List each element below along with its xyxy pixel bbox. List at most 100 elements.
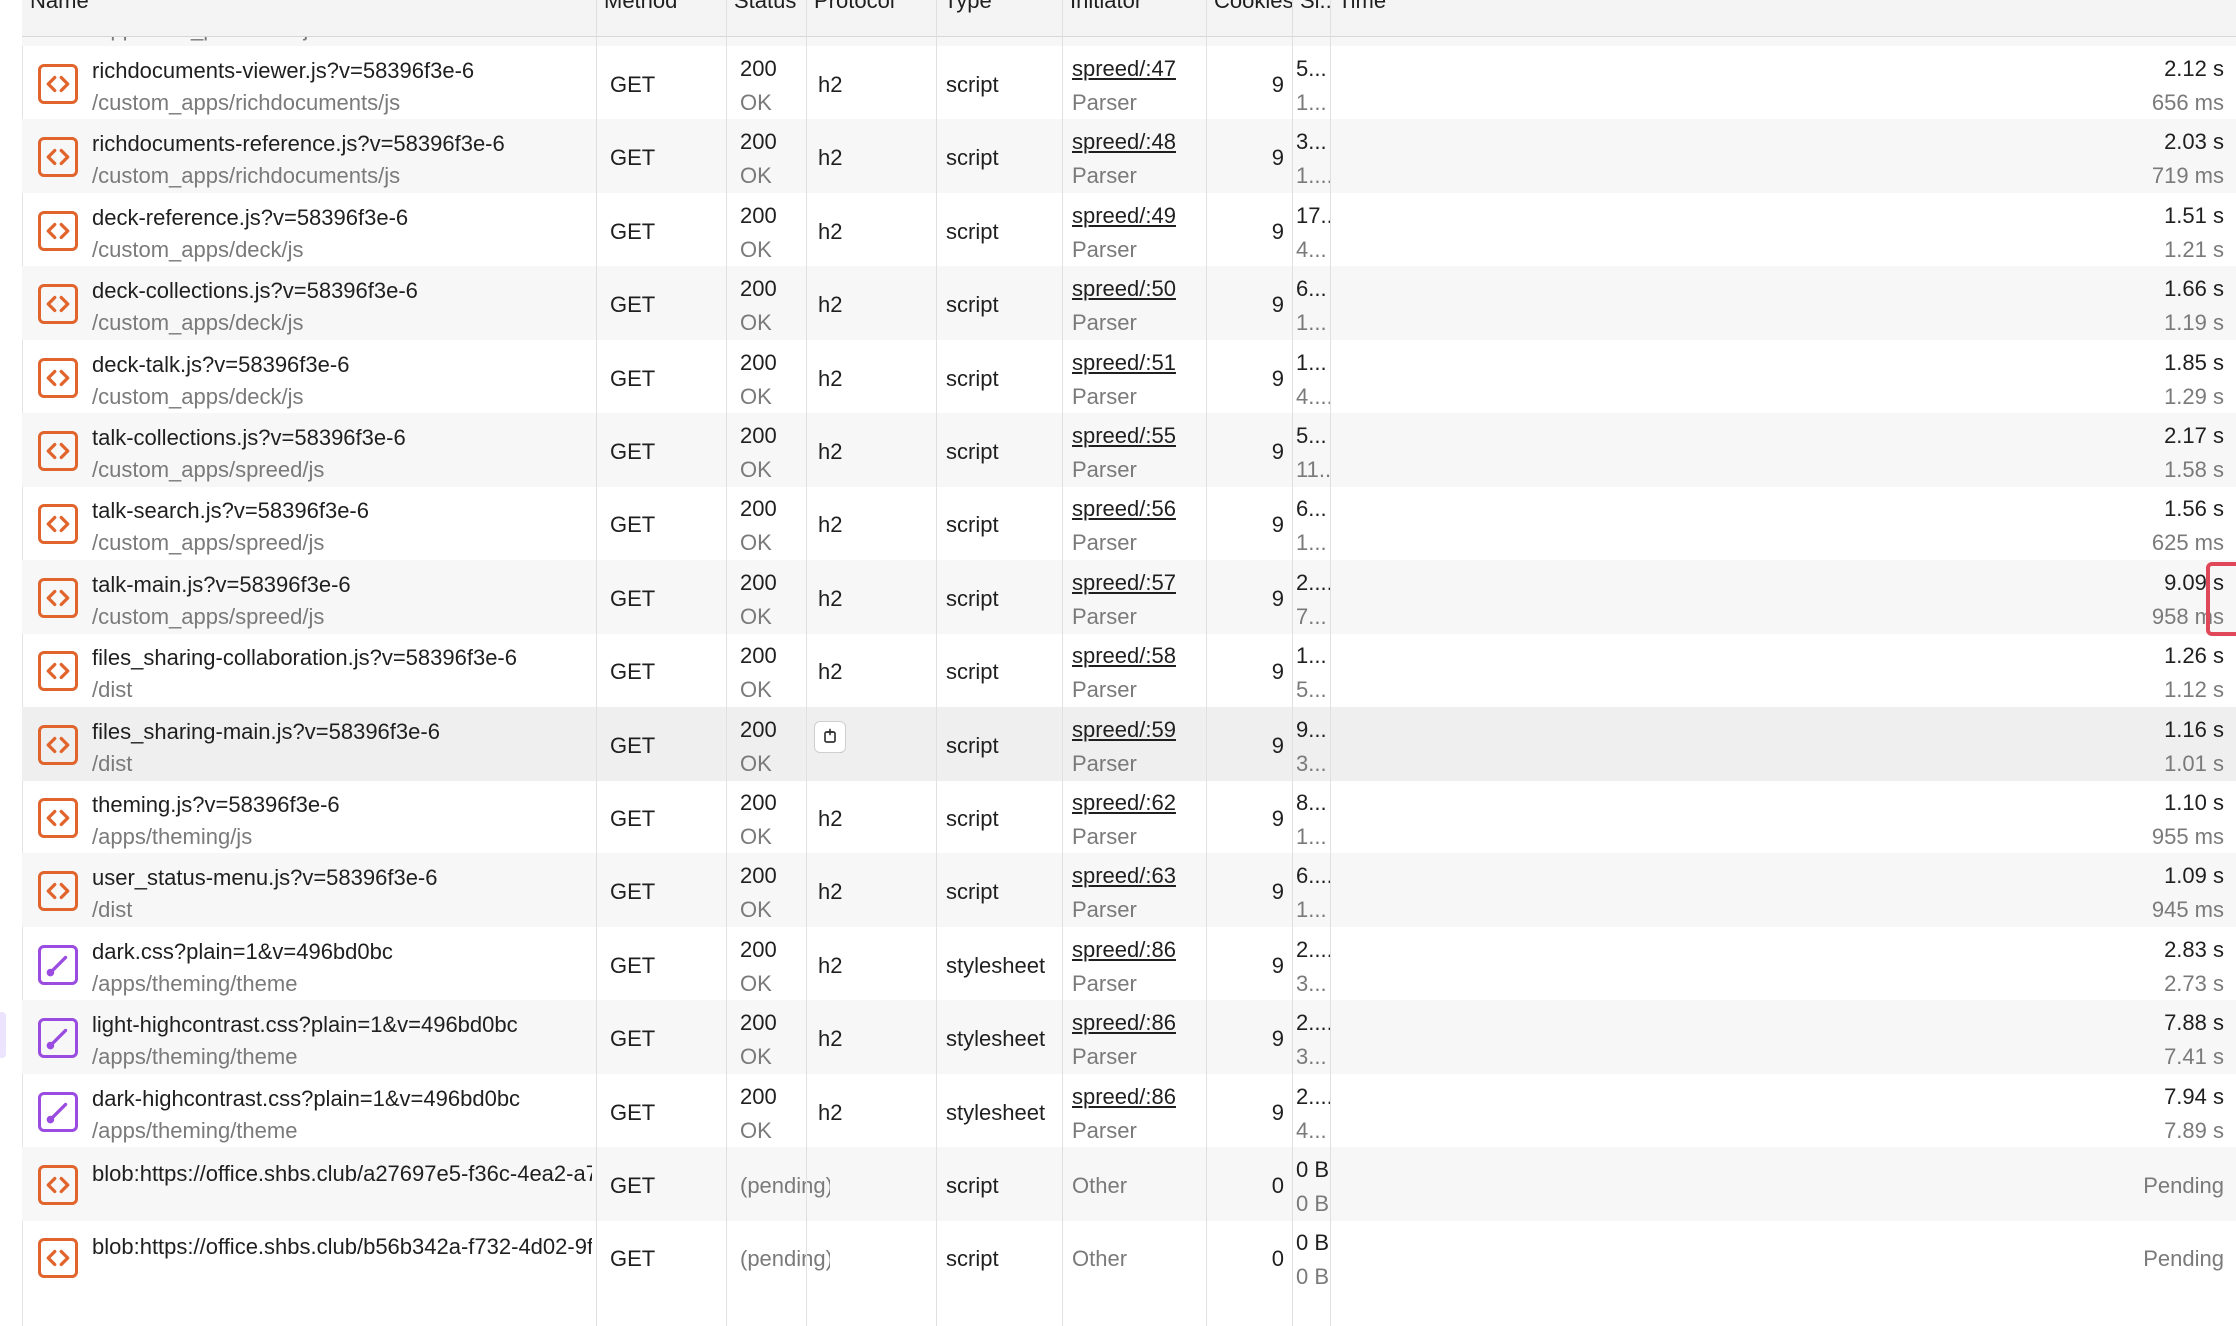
- request-name: talk-search.js?v=58396f3e-6: [92, 498, 369, 524]
- size-transferred: 6....: [1296, 863, 1332, 889]
- request-name: talk-collections.js?v=58396f3e-6: [92, 425, 406, 450]
- table-row[interactable]: dark.css?plain=1&v=496bd0bc/apps/theming…: [22, 927, 2236, 1001]
- time-latency: 625 ms: [2151, 530, 2224, 556]
- cookies-count: 9: [1271, 512, 1284, 538]
- initiator-link[interactable]: spreed/:58: [1072, 643, 1202, 669]
- col-header-initiator[interactable]: Initiator: [1062, 0, 1206, 28]
- cookies-count: 9: [1271, 659, 1284, 685]
- initiator-link[interactable]: spreed/:51: [1072, 350, 1202, 376]
- request-path: /custom_apps/spreed/js: [92, 457, 325, 482]
- time-total: 2.03 s: [2164, 129, 2224, 155]
- copy-url-button[interactable]: [814, 720, 846, 753]
- initiator-link[interactable]: spreed/:48: [1072, 129, 1202, 155]
- table-row[interactable]: theming.js?v=58396f3e-6/apps/theming/js G…: [22, 780, 2236, 854]
- initiator-type: Parser: [1072, 310, 1137, 336]
- request-protocol: h2: [818, 659, 843, 685]
- col-header-size[interactable]: Si...: [1292, 0, 1330, 28]
- initiator-link[interactable]: spreed/:50: [1072, 276, 1202, 302]
- request-protocol: h2: [818, 365, 843, 391]
- time-latency: 1.58 s: [2164, 457, 2224, 482]
- initiator-link[interactable]: spreed/:49: [1072, 203, 1202, 229]
- initiator-link[interactable]: spreed/:55: [1072, 423, 1202, 449]
- initiator-link[interactable]: spreed/:57: [1072, 570, 1202, 596]
- table-row[interactable]: blob:https://office.shbs.club/a27697e5-f…: [22, 1147, 2236, 1221]
- table-row[interactable]: deck-reference.js?v=58396f3e-6/custom_ap…: [22, 193, 2236, 267]
- column-divider[interactable]: [596, 0, 597, 1326]
- table-row[interactable]: blob:https://office.shbs.club/b56b342a-f…: [22, 1220, 2236, 1294]
- col-header-name[interactable]: Name: [22, 0, 596, 28]
- time-status: Pending: [2143, 1246, 2224, 1272]
- column-divider[interactable]: [1206, 0, 1207, 1326]
- request-method: GET: [610, 732, 656, 758]
- column-divider[interactable]: [726, 0, 727, 1326]
- copy-icon: [824, 728, 836, 743]
- initiator-type: Parser: [1072, 163, 1137, 189]
- request-type: stylesheet: [946, 952, 1046, 978]
- size-transferred: 0 B: [1296, 1157, 1330, 1182]
- col-header-status[interactable]: Status: [726, 0, 806, 28]
- col-header-method[interactable]: Method: [596, 0, 726, 28]
- status-text: OK: [740, 457, 772, 482]
- table-row[interactable]: richdocuments-reference.js?v=58396f3e-6 /…: [22, 119, 2236, 194]
- script-icon: [38, 137, 78, 178]
- size-transferred: 2....: [1296, 1083, 1332, 1109]
- initiator-link[interactable]: spreed/:86: [1072, 937, 1202, 963]
- table-row[interactable]: dark-highcontrast.css?plain=1&v=496bd0bc…: [22, 1074, 2236, 1148]
- request-protocol: h2: [818, 218, 843, 244]
- initiator-link[interactable]: spreed/:86: [1072, 1010, 1202, 1036]
- size-transferred: 0 B: [1296, 1230, 1330, 1256]
- table-row[interactable]: talk-collections.js?v=58396f3e-6/custom_…: [22, 413, 2236, 487]
- request-name: deck-reference.js?v=58396f3e-6: [92, 204, 409, 230]
- status-text: (pending): [740, 1173, 830, 1198]
- table-row[interactable]: files_sharing-main.js?v=58396f3e-6/dist G…: [22, 706, 2236, 781]
- script-icon: [38, 1238, 78, 1279]
- request-type: script: [946, 439, 999, 464]
- table-row[interactable]: talk-search.js?v=58396f3e-6/custom_apps/…: [22, 486, 2236, 560]
- cookies-count: 9: [1271, 1099, 1284, 1125]
- size-transferred: 1...: [1296, 643, 1327, 669]
- table-row[interactable]: talk-main.js?v=58396f3e-6/custom_apps/sp…: [22, 559, 2236, 636]
- initiator-type: Parser: [1072, 750, 1137, 776]
- request-type: script: [946, 879, 999, 905]
- table-row[interactable]: user_status-menu.js?v=58396f3e-6/dist GET…: [22, 853, 2236, 928]
- size-transferred: 6...: [1296, 496, 1327, 522]
- column-divider[interactable]: [936, 0, 937, 1326]
- request-type: script: [946, 1173, 999, 1198]
- table-row[interactable]: deck-collections.js?v=58396f3e-6/custom_…: [22, 266, 2236, 341]
- table-row[interactable]: light-highcontrast.css?plain=1&v=496bd0b…: [22, 1000, 2236, 1075]
- request-type: script: [946, 1246, 999, 1272]
- initiator-link[interactable]: spreed/:47: [1072, 56, 1202, 82]
- col-header-type[interactable]: Type: [936, 0, 1062, 28]
- column-divider[interactable]: [1062, 0, 1063, 1326]
- cookies-count: 9: [1271, 1026, 1284, 1052]
- col-header-time[interactable]: Time: [1330, 0, 2236, 28]
- time-total: 9.09 s: [2164, 569, 2224, 595]
- cookies-count: 9: [1271, 879, 1284, 905]
- size-transferred: 2....: [1296, 936, 1332, 962]
- request-name: dark-highcontrast.css?plain=1&v=496bd0bc: [92, 1085, 521, 1111]
- initiator-link[interactable]: spreed/:63: [1072, 863, 1202, 889]
- cookies-count: 9: [1271, 585, 1284, 611]
- stylesheet-icon: [38, 1091, 78, 1132]
- initiator-type: Parser: [1072, 383, 1137, 409]
- table-row[interactable]: deck-talk.js?v=58396f3e-6/custom_apps/de…: [22, 340, 2236, 414]
- status-text: OK: [740, 236, 772, 262]
- table-row[interactable]: richdocuments-viewer.js?v=58396f3e-6/cus…: [22, 46, 2236, 120]
- column-divider[interactable]: [1330, 0, 1331, 1326]
- cookies-count: 9: [1271, 72, 1284, 97]
- column-divider[interactable]: [1292, 0, 1293, 1326]
- col-header-protocol[interactable]: Protocol: [806, 0, 936, 28]
- request-type: script: [946, 365, 999, 391]
- initiator-link[interactable]: spreed/:56: [1072, 496, 1202, 522]
- request-path: /apps/theming/theme: [92, 1044, 298, 1070]
- initiator-link[interactable]: spreed/:59: [1072, 717, 1202, 743]
- column-divider[interactable]: [806, 0, 807, 1326]
- initiator-link[interactable]: spreed/:86: [1072, 1084, 1202, 1110]
- initiator-link[interactable]: spreed/:62: [1072, 790, 1202, 816]
- col-header-cookies[interactable]: Cookies: [1206, 0, 1292, 28]
- request-protocol: h2: [818, 145, 843, 171]
- request-method: GET: [610, 1026, 656, 1052]
- status-code: 200: [740, 129, 777, 155]
- table-row[interactable]: files_sharing-collaboration.js?v=58396f3…: [22, 633, 2236, 707]
- request-name: user_status-menu.js?v=58396f3e-6: [92, 865, 438, 891]
